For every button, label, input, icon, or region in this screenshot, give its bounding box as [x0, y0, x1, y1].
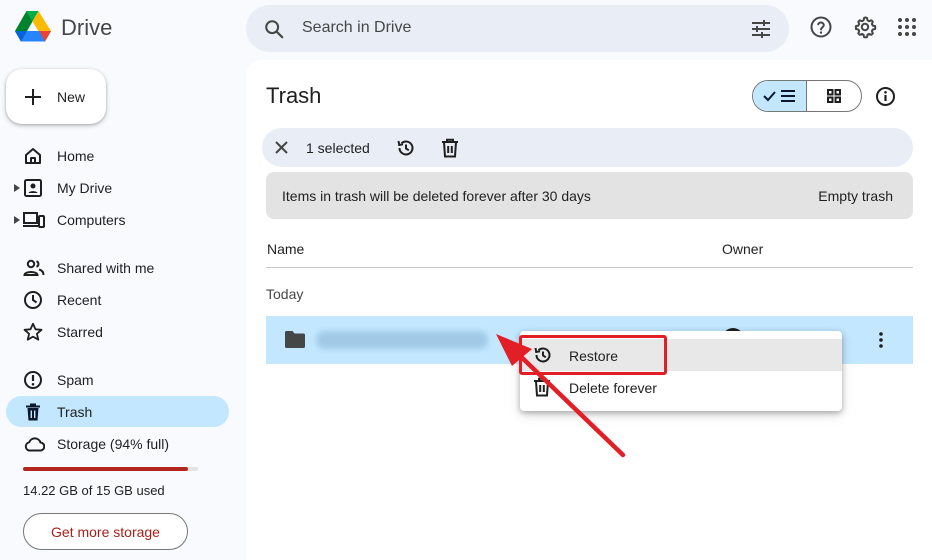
selection-toolbar: 1 selected [262, 128, 913, 167]
clear-selection-close-icon[interactable] [274, 140, 289, 155]
sidebar-item-my-drive[interactable]: My Drive [6, 172, 229, 203]
grid-view-icon [826, 88, 842, 104]
expand-caret-icon[interactable] [14, 184, 20, 192]
sidebar-item-storage[interactable]: Storage (94% full) [6, 428, 229, 459]
more-options-icon[interactable] [878, 330, 884, 350]
annotation-arrow-icon [490, 330, 630, 460]
home-icon [23, 146, 43, 166]
view-toggle[interactable] [752, 80, 862, 112]
expand-caret-icon[interactable] [14, 216, 20, 224]
help-icon[interactable] [809, 15, 833, 39]
drive-logo-icon[interactable] [14, 10, 52, 44]
apps-grid-icon[interactable] [895, 15, 919, 39]
selection-count: 1 selected [306, 140, 370, 156]
shared-icon [23, 258, 45, 278]
sidebar-item-recent[interactable]: Recent [6, 284, 229, 315]
folder-icon [284, 330, 306, 349]
sidebar-item-label: Trash [57, 404, 93, 420]
page-title: Trash [266, 83, 322, 108]
sidebar-item-spam[interactable]: Spam [6, 364, 229, 395]
blurred-file-name [316, 331, 488, 349]
sidebar-item-home[interactable]: Home [6, 140, 229, 171]
delete-forever-icon[interactable] [441, 138, 459, 158]
info-icon[interactable] [875, 86, 896, 107]
search-input[interactable] [302, 17, 722, 39]
plus-icon [23, 87, 43, 107]
sidebar-item-shared-with-me[interactable]: Shared with me [6, 252, 229, 283]
sidebar-item-label: Recent [57, 292, 102, 308]
column-header-name[interactable]: Name [267, 241, 304, 257]
sidebar-item-label: Home [57, 148, 95, 164]
search-options-icon[interactable] [749, 17, 773, 41]
group-label-today: Today [266, 286, 304, 302]
sidebar-item-label: My Drive [57, 180, 113, 196]
restore-icon[interactable] [396, 138, 416, 158]
trash-notice-text: Items in trash will be deleted forever a… [282, 188, 591, 204]
column-header-owner[interactable]: Owner [722, 241, 763, 257]
grid-view-button[interactable] [807, 81, 861, 111]
storage-progress-fill [23, 467, 188, 471]
computers-icon [23, 210, 45, 230]
search-bar[interactable] [246, 5, 789, 52]
new-button-label: New [57, 88, 86, 105]
clock-icon [23, 290, 43, 310]
sidebar-item-trash[interactable]: Trash [6, 396, 229, 427]
app-name: Drive [61, 15, 113, 40]
get-more-storage-button[interactable]: Get more storage [23, 513, 188, 550]
sidebar-item-label: Computers [57, 212, 126, 228]
trash-icon [23, 402, 43, 422]
spam-icon [23, 370, 43, 390]
checked-list-icon [762, 88, 798, 104]
storage-usage-text: 14.22 GB of 15 GB used [23, 483, 165, 498]
sidebar-item-label: Spam [57, 372, 94, 388]
sidebar-item-label: Storage (94% full) [57, 436, 170, 452]
sidebar-item-computers[interactable]: Computers [6, 204, 229, 235]
new-button[interactable]: New [6, 69, 106, 124]
header-divider [266, 267, 913, 268]
list-view-button[interactable] [753, 81, 808, 111]
cloud-icon [23, 434, 45, 454]
sidebar-item-label: Starred [57, 324, 103, 340]
sidebar-item-starred[interactable]: Starred [6, 316, 229, 347]
star-icon [23, 322, 43, 342]
sidebar-item-label: Shared with me [57, 260, 155, 276]
empty-trash-button[interactable]: Empty trash [818, 188, 893, 204]
my-drive-icon [23, 178, 43, 198]
search-icon[interactable] [263, 18, 285, 40]
settings-gear-icon[interactable] [853, 15, 877, 39]
trash-notice-banner: Items in trash will be deleted forever a… [266, 172, 913, 219]
storage-progress-bar [23, 467, 198, 471]
